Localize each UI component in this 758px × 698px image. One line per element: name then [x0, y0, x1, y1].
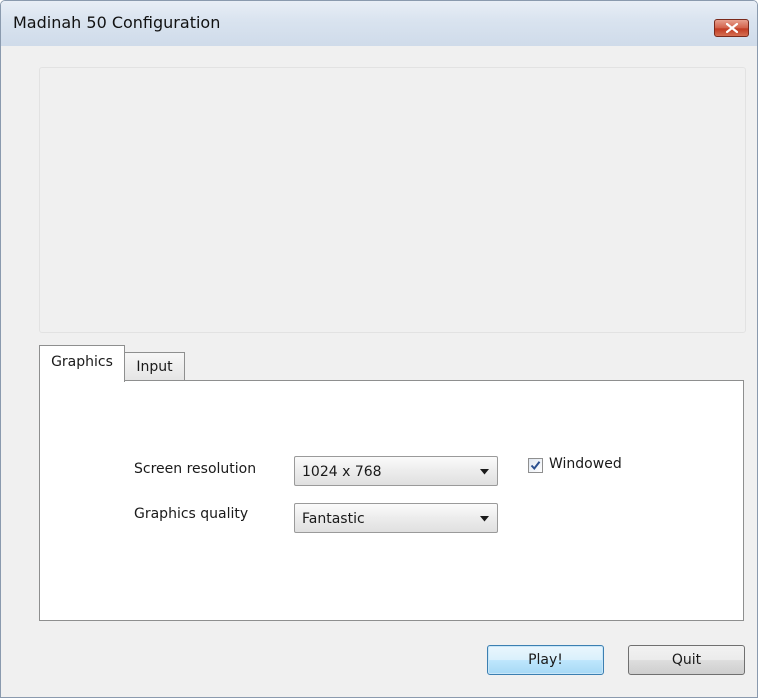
client-area: Graphics Input Screen resolution 1024 x …	[9, 46, 749, 697]
graphics-tab-panel: Screen resolution 1024 x 768 Graphics qu…	[39, 380, 744, 621]
close-x-icon	[726, 23, 738, 33]
banner-image-area	[39, 67, 746, 333]
windowed-checkbox[interactable]	[528, 458, 543, 473]
title-bar[interactable]: Madinah 50 Configuration	[1, 1, 757, 46]
chevron-down-icon	[480, 516, 489, 522]
graphics-quality-dropdown[interactable]: Fantastic	[294, 503, 498, 533]
graphics-quality-label: Graphics quality	[134, 506, 249, 522]
configuration-window: Madinah 50 Configuration Graphics Input …	[0, 0, 758, 698]
play-button-label: Play!	[528, 652, 563, 668]
screen-resolution-label: Screen resolution	[134, 461, 257, 477]
quit-button[interactable]: Quit	[628, 645, 745, 675]
chevron-down-icon	[480, 469, 489, 475]
window-title: Madinah 50 Configuration	[13, 13, 221, 32]
quit-button-label: Quit	[671, 652, 702, 668]
checkmark-icon	[530, 461, 541, 471]
tab-input-label: Input	[136, 359, 173, 375]
tab-graphics-label: Graphics	[51, 354, 113, 370]
screen-resolution-value: 1024 x 768	[302, 464, 382, 480]
play-button[interactable]: Play!	[487, 645, 604, 675]
graphics-quality-value: Fantastic	[302, 511, 365, 527]
close-button[interactable]	[714, 19, 749, 37]
tab-graphics[interactable]: Graphics	[39, 345, 125, 382]
screen-resolution-dropdown[interactable]: 1024 x 768	[294, 456, 498, 486]
windowed-label: Windowed	[549, 456, 622, 472]
tab-input[interactable]: Input	[125, 352, 185, 380]
